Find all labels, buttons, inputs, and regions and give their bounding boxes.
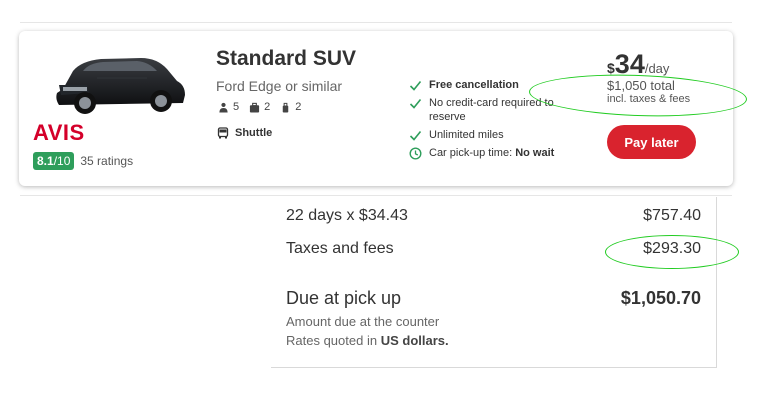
shuttle-info: Shuttle [217,127,272,139]
rating: 8.1/10 35 ratings [33,152,133,170]
brand-logo: AVIS [33,120,85,145]
daily-price: $34/day [607,49,722,80]
taxes-label: Taxes and fees [286,240,394,257]
currency-name: US dollars. [380,333,449,348]
pickup-time-label: Car pick-up time: [429,147,513,159]
breakdown-row-due: Due at pick up $1,050.70 [286,288,701,309]
counter-note: Amount due at the counter [286,314,440,329]
passenger-count: 5 [233,101,240,113]
price-breakdown: 22 days x $34.43 $757.40 Taxes and fees … [271,197,717,368]
feature-free-cancellation: Free cancellation [409,78,589,92]
daily-amount: 34 [614,49,645,79]
due-label: Due at pick up [286,288,402,308]
rating-denominator: /10 [53,154,71,168]
currency-note-prefix: Rates quoted in [286,333,378,348]
feature-unlimited-miles: Unlimited miles [409,128,589,142]
currency-symbol: $ [607,60,615,76]
due-value: $1,050.70 [620,288,701,308]
car-specs: 5 2 2 [218,101,307,113]
feature-text: Unlimited miles [429,129,504,141]
check-icon [409,80,422,91]
feature-pickup-time: Car pick-up time: No wait [409,146,589,160]
features-list: Free cancellation No credit-card require… [409,78,589,164]
currency-note: Rates quoted in US dollars. [286,333,449,348]
car-model-subtitle: Ford Edge or similar [216,78,343,94]
car-class-title: Standard SUV [216,47,357,70]
section-divider [20,195,732,196]
car-listing-card[interactable]: AVIS 8.1/10 35 ratings Standard SUV Ford… [19,31,733,186]
small-bag-count: 2 [295,101,302,113]
suitcase-icon [250,102,260,113]
bag-icon [283,102,289,113]
person-icon [219,102,228,113]
days-label: 22 days x $34.43 [286,207,408,224]
shuttle-icon [217,127,229,139]
price-note: incl. taxes & fees [607,93,691,105]
rating-score: 8.1 [37,154,54,168]
price-unit: /day [644,61,670,76]
taxes-value: $293.30 [643,240,701,257]
rating-count: 35 ratings [80,154,134,168]
top-divider [20,22,732,23]
breakdown-row-days: 22 days x $34.43 $757.40 [286,207,701,225]
feature-text: No credit-card required to reserve [429,97,554,123]
breakdown-row-taxes: Taxes and fees $293.30 [286,240,701,258]
large-bag-count: 2 [264,101,271,113]
feature-no-credit-card: No credit-card required to reserve [409,96,589,124]
check-icon [409,130,422,141]
price-block: $34/day $1,050 total incl. taxes & fees [607,49,722,105]
pickup-time-value: No wait [515,147,555,159]
clock-icon [409,147,422,160]
car-image [56,58,186,114]
check-icon [409,98,422,109]
rating-badge: 8.1/10 [33,152,75,170]
total-price: $1,050 total [607,78,675,93]
days-value: $757.40 [643,207,701,224]
feature-text: Free cancellation [429,79,519,91]
pay-later-button[interactable]: Pay later [607,125,696,159]
shuttle-label: Shuttle [235,127,273,139]
